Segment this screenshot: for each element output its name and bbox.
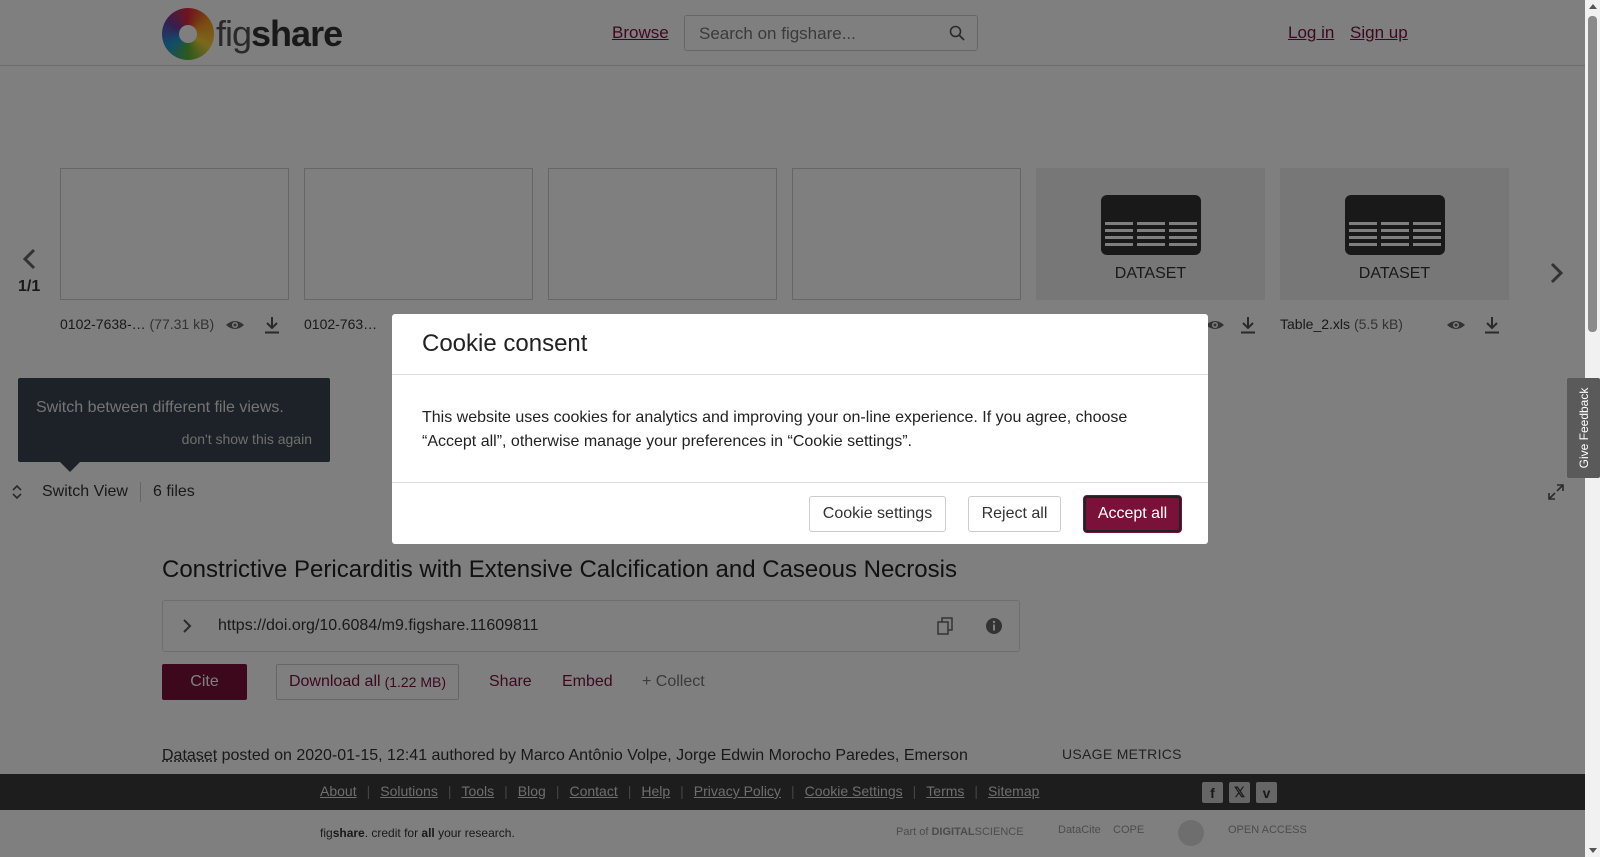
cookie-settings-button[interactable]: Cookie settings (809, 496, 946, 532)
dialog-body: This website uses cookies for analytics … (422, 409, 1128, 450)
scroll-down-arrow-icon[interactable] (1589, 848, 1597, 853)
reject-all-button[interactable]: Reject all (968, 496, 1061, 532)
cookie-consent-dialog: Cookie consent This website uses cookies… (392, 314, 1208, 544)
give-feedback-tab[interactable]: Give Feedback (1567, 378, 1600, 478)
dialog-title: Cookie consent (422, 330, 588, 357)
scroll-up-arrow-icon[interactable] (1589, 4, 1597, 9)
divider (392, 374, 1208, 375)
accept-all-button[interactable]: Accept all (1084, 496, 1181, 532)
scroll-thumb[interactable] (1588, 16, 1597, 332)
divider (392, 482, 1208, 483)
